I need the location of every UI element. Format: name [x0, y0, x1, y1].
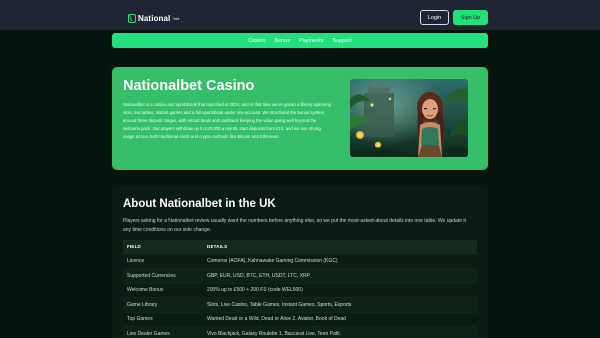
hero-banner: Nationalbet Casino Nationalbet is a casi… [112, 67, 488, 170]
nav-item-payments[interactable]: Payments [299, 38, 323, 44]
nav-item-support[interactable]: Support [332, 38, 351, 44]
column-header-field: FIELD [127, 244, 141, 250]
row-field: Top Games [127, 316, 153, 323]
top-header: National bet Login Sign Up [0, 0, 600, 30]
table-row: Welcome Bonus 200% up to £500 + 200 FS (… [123, 284, 477, 298]
row-field: Supported Currencies [127, 272, 176, 279]
row-details: Wanted Dead or a Wild, Dead or Alive 2, … [207, 316, 346, 323]
column-header-details: DETAILS [207, 244, 228, 250]
row-field: Game Library [127, 301, 158, 308]
main-nav: Casino Bonus Payments Support [112, 33, 488, 48]
nationalbet-logo[interactable]: National bet [128, 12, 179, 24]
jungle-adventurer-illustration [350, 79, 468, 157]
hero-title: Nationalbet Casino [123, 78, 255, 94]
hero-description: Nationalbet is a casino and sportsbook t… [123, 102, 331, 139]
logo-suffix: bet [173, 15, 180, 21]
about-title: About Nationalbet in the UK [123, 198, 276, 210]
row-field: Live Dealer Games [127, 330, 170, 337]
table-row: Supported Currencies GBP, EUR, USD, BTC,… [123, 269, 477, 284]
row-details: Comoros (AOFA), Kahnawake Gaming Commiss… [207, 258, 338, 265]
row-details: GBP, EUR, USD, BTC, ETH, USDT, LTC, XRP [207, 272, 310, 279]
row-details: Slots, Live Casino, Table Games, Instant… [207, 301, 352, 308]
table-header-row: FIELD DETAILS [123, 240, 477, 255]
nav-item-bonus[interactable]: Bonus [274, 38, 290, 44]
details-table: FIELD DETAILS Licence Comoros (AOFA), Ka… [123, 240, 477, 338]
sign-up-button[interactable]: Sign Up [453, 10, 488, 25]
row-field: Licence [127, 258, 145, 265]
hero-adventurer-image [350, 79, 468, 157]
table-row: Game Library Slots, Live Casino, Table G… [123, 298, 477, 313]
logo-text: National [138, 13, 171, 23]
about-description: Players asking for a Nationalbet review … [123, 218, 466, 233]
row-details: 200% up to £500 + 200 FS (code WEL500) [207, 287, 303, 294]
row-field: Welcome Bonus [127, 287, 164, 294]
table-row: Top Games Wanted Dead or a Wild, Dead or… [123, 313, 477, 327]
nav-item-casino[interactable]: Casino [248, 38, 265, 44]
row-details: Vivo Blackjack, Galaxy Roulette 1, Bacca… [207, 330, 340, 337]
login-button[interactable]: Login [420, 10, 449, 25]
about-section: About Nationalbet in the UK Players aski… [112, 186, 488, 338]
table-row: Licence Comoros (AOFA), Kahnawake Gaming… [123, 255, 477, 269]
logo-n-icon [128, 13, 136, 23]
table-row: Live Dealer Games Vivo Blackjack, Galaxy… [123, 327, 477, 338]
